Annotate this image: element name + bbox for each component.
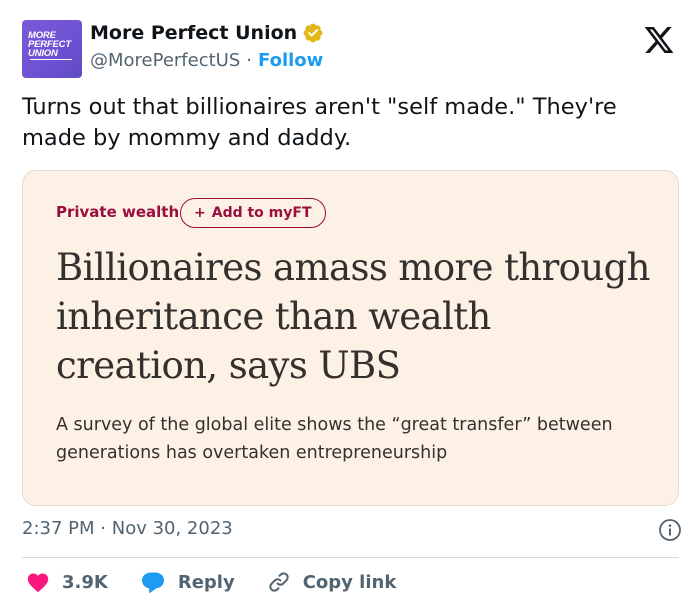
tweet-time: 2:37 PM bbox=[22, 518, 95, 539]
avatar-text-line-3: UNION bbox=[28, 48, 58, 59]
tweet-header: MORE PERFECT UNION More Perfect Union @M… bbox=[22, 20, 682, 80]
reply-label: Reply bbox=[177, 571, 235, 593]
handle-separator: · bbox=[246, 50, 253, 71]
x-logo-icon[interactable] bbox=[642, 24, 676, 56]
article-topic[interactable]: Private wealth bbox=[56, 203, 179, 221]
article-card[interactable]: Private wealth + Add to myFT Billionaire… bbox=[22, 170, 679, 506]
link-icon bbox=[269, 572, 289, 592]
tweet-date: Nov 30, 2023 bbox=[111, 518, 233, 539]
tweet-text: Turns out that billionaires aren't "self… bbox=[22, 94, 617, 151]
reply-button[interactable]: Reply bbox=[140, 570, 235, 594]
copy-link-label: Copy link bbox=[302, 571, 397, 593]
timestamp-separator: · bbox=[100, 518, 106, 539]
verified-badge-icon bbox=[303, 23, 323, 43]
article-subheading: A survey of the global elite shows the “… bbox=[56, 415, 613, 463]
add-to-myft-button[interactable]: + Add to myFT bbox=[180, 198, 326, 228]
add-to-myft-label: Add to myFT bbox=[211, 205, 312, 221]
reply-bubble-icon bbox=[141, 572, 164, 593]
like-count: 3.9K bbox=[62, 571, 108, 593]
follow-button[interactable]: Follow bbox=[258, 50, 323, 71]
avatar-underline bbox=[30, 59, 72, 60]
like-button[interactable]: 3.9K bbox=[26, 571, 108, 593]
handle-row: @MorePerfectUS · Follow bbox=[90, 50, 323, 71]
copy-link-button[interactable]: Copy link bbox=[267, 570, 397, 594]
author-name[interactable]: More Perfect Union bbox=[90, 22, 297, 44]
author-name-row: More Perfect Union bbox=[90, 22, 324, 44]
article-headline[interactable]: Billionaires amass more through inherita… bbox=[56, 243, 656, 390]
plus-icon: + bbox=[194, 205, 206, 221]
action-bar: 3.9K Reply Copy link bbox=[26, 568, 428, 596]
avatar[interactable]: MORE PERFECT UNION bbox=[22, 20, 82, 78]
heart-icon bbox=[27, 573, 49, 593]
divider bbox=[22, 557, 679, 558]
tweet-timestamp[interactable]: 2:37 PM · Nov 30, 2023 bbox=[22, 518, 233, 539]
info-icon[interactable] bbox=[658, 518, 682, 542]
author-handle[interactable]: @MorePerfectUS bbox=[90, 50, 240, 71]
